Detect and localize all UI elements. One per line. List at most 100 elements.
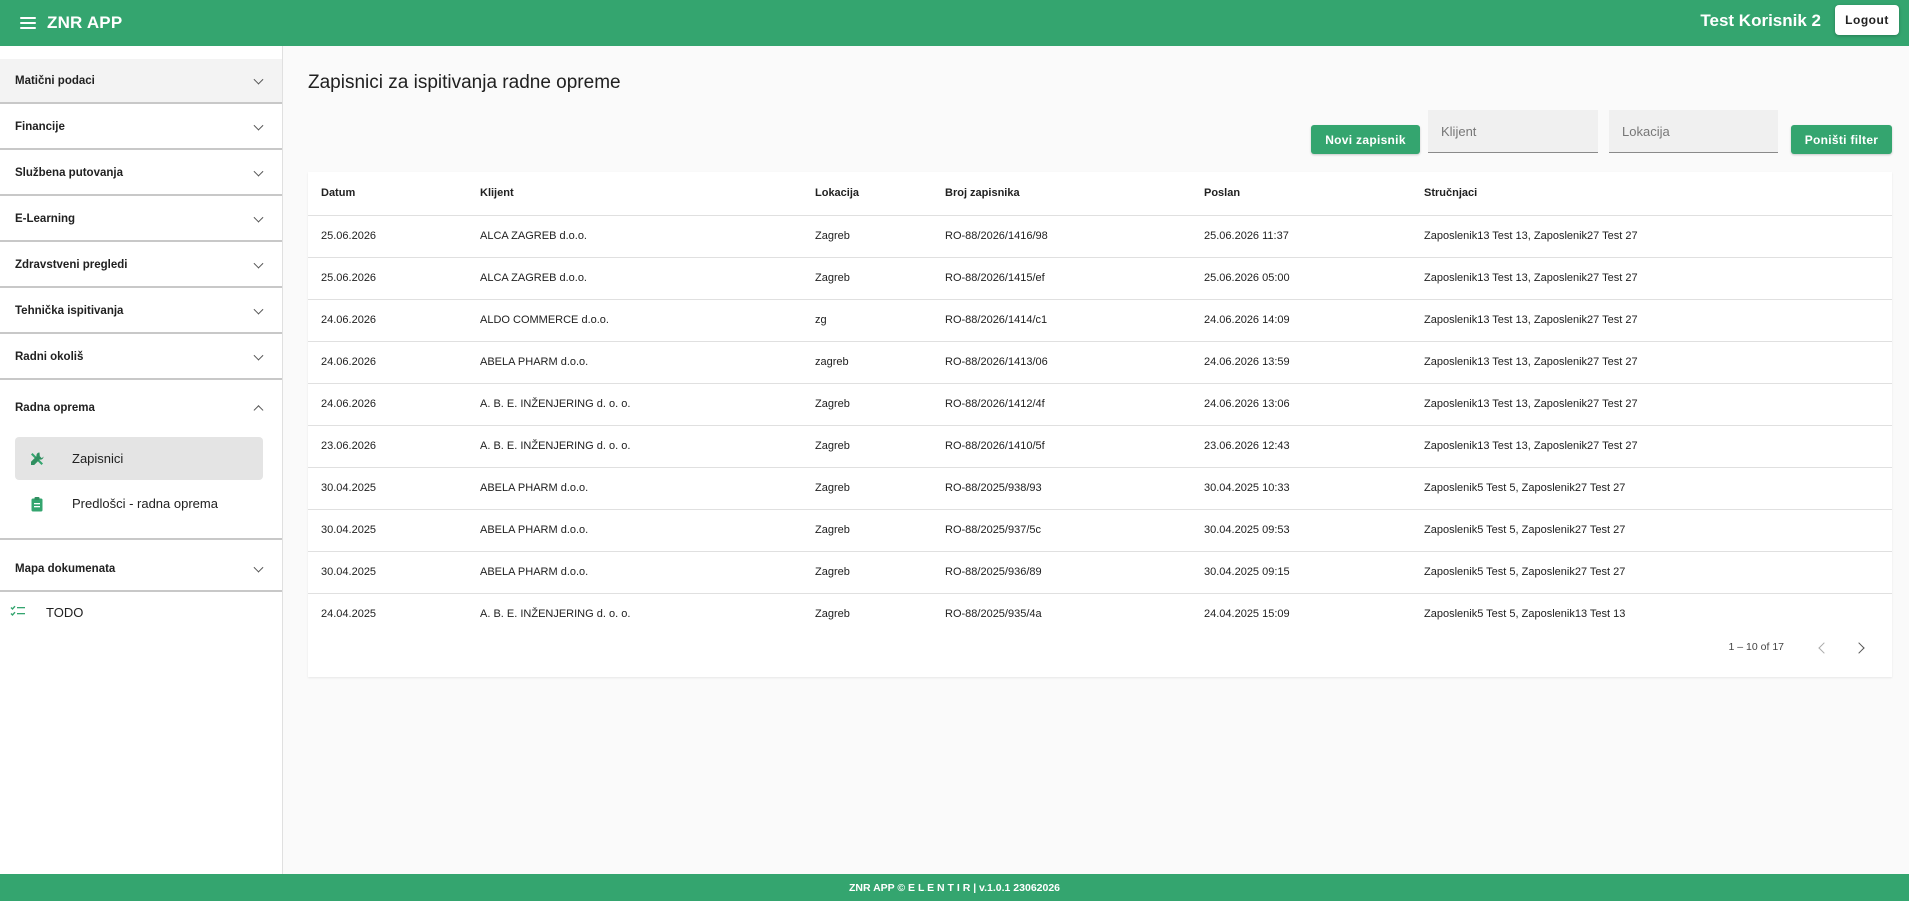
sidebar-section-zdravstveni-pregledi[interactable]: Zdravstveni pregledi: [0, 243, 282, 288]
sidebar-section-label: Službena putovanja: [15, 166, 123, 179]
cell-strucnjaci: Zaposlenik13 Test 13, Zaposlenik27 Test …: [1424, 314, 1638, 326]
reset-filter-button[interactable]: Poništi filter: [1791, 125, 1892, 154]
table-row[interactable]: 25.06.2026 ALCA ZAGREB d.o.o. Zagreb RO-…: [308, 216, 1892, 258]
cell-poslan: 30.04.2025 09:15: [1204, 566, 1290, 578]
sidebar-item-predlosci-radna-oprema[interactable]: Predlošci - radna oprema: [15, 482, 263, 525]
cell-poslan: 24.06.2026 14:09: [1204, 314, 1290, 326]
page-title: Zapisnici za ispitivanja radne opreme: [308, 72, 621, 93]
column-header-datum[interactable]: Datum: [321, 187, 355, 199]
table-row[interactable]: 30.04.2025 ABELA PHARM d.o.o. Zagreb RO-…: [308, 510, 1892, 552]
sidebar-section-maticni-podaci[interactable]: Matični podaci: [0, 59, 282, 104]
chevron-down-icon: [253, 212, 264, 223]
cell-klijent: ABELA PHARM d.o.o.: [480, 524, 589, 536]
cell-poslan: 30.04.2025 09:53: [1204, 524, 1290, 536]
cell-datum: 30.04.2025: [321, 482, 377, 494]
cell-broj-zapisnika: RO-88/2026/1412/4f: [945, 398, 1045, 410]
cell-lokacija: zg: [815, 314, 827, 326]
table-row[interactable]: 24.06.2026 A. B. E. INŽENJERING d. o. o.…: [308, 384, 1892, 426]
sidebar-section-mapa-dokumenata[interactable]: Mapa dokumenata: [0, 547, 282, 592]
checklist-icon: [10, 605, 26, 619]
chevron-right-icon[interactable]: [1852, 639, 1870, 657]
column-header-strucnjaci[interactable]: Stručnjaci: [1424, 187, 1477, 199]
sidebar-item-label: Zapisnici: [72, 451, 124, 466]
cell-datum: 25.06.2026: [321, 272, 377, 284]
menu-icon[interactable]: [20, 17, 36, 29]
cell-datum: 24.06.2026: [321, 398, 377, 410]
table-header-row: Datum Klijent Lokacija Broj zapisnika Po…: [308, 172, 1892, 216]
top-app-bar: ZNR APP Test Korisnik 2 Logout: [0, 0, 1909, 46]
cell-broj-zapisnika: RO-88/2025/936/89: [945, 566, 1042, 578]
cell-poslan: 24.06.2026 13:06: [1204, 398, 1290, 410]
cell-strucnjaci: Zaposlenik13 Test 13, Zaposlenik27 Test …: [1424, 440, 1638, 452]
location-filter-input[interactable]: [1609, 110, 1778, 153]
chevron-down-icon: [253, 74, 264, 85]
table-row[interactable]: 25.06.2026 ALCA ZAGREB d.o.o. Zagreb RO-…: [308, 258, 1892, 300]
cell-lokacija: Zagreb: [815, 566, 850, 578]
todo-label: TODO: [46, 604, 84, 620]
app-title: ZNR APP: [47, 13, 123, 32]
cell-lokacija: zagreb: [815, 356, 849, 368]
cell-lokacija: Zagreb: [815, 398, 850, 410]
chevron-down-icon: [253, 258, 264, 269]
cell-poslan: 25.06.2026 11:37: [1204, 230, 1289, 242]
user-name: Test Korisnik 2: [1700, 11, 1821, 30]
sidebar-section-label: Tehnička ispitivanja: [15, 304, 124, 317]
column-header-broj-zapisnika[interactable]: Broj zapisnika: [945, 187, 1020, 199]
table-row[interactable]: 30.04.2025 ABELA PHARM d.o.o. Zagreb RO-…: [308, 468, 1892, 510]
sidebar-section-sluzbena-putovanja[interactable]: Službena putovanja: [0, 151, 282, 196]
cell-klijent: ABELA PHARM d.o.o.: [480, 356, 589, 368]
sidebar-section-label: E-Learning: [15, 212, 76, 225]
cell-strucnjaci: Zaposlenik5 Test 5, Zaposlenik27 Test 27: [1424, 524, 1626, 536]
cell-broj-zapisnika: RO-88/2025/937/5c: [945, 524, 1042, 536]
sidebar-section-label: Radni okoliš: [15, 350, 84, 363]
new-record-button[interactable]: Novi zapisnik: [1311, 125, 1420, 154]
sidebar-item-todo[interactable]: TODO: [0, 594, 282, 630]
client-filter-input[interactable]: [1428, 110, 1598, 153]
sidebar-section-label: Radna oprema: [15, 402, 95, 414]
sidebar-section-radna-oprema[interactable]: Radna oprema: [0, 389, 282, 427]
cell-datum: 30.04.2025: [321, 524, 377, 536]
logout-button[interactable]: Logout: [1835, 5, 1899, 35]
chevron-left-icon[interactable]: [1813, 639, 1831, 657]
table-row[interactable]: 23.06.2026 A. B. E. INŽENJERING d. o. o.…: [308, 426, 1892, 468]
table-row[interactable]: 24.06.2026 ALDO COMMERCE d.o.o. zg RO-88…: [308, 300, 1892, 342]
cell-lokacija: Zagreb: [815, 524, 850, 536]
cell-broj-zapisnika: RO-88/2025/938/93: [945, 482, 1042, 494]
column-header-klijent[interactable]: Klijent: [480, 187, 514, 199]
chevron-down-icon: [253, 304, 264, 315]
cell-strucnjaci: Zaposlenik13 Test 13, Zaposlenik27 Test …: [1424, 230, 1638, 242]
table-row[interactable]: 30.04.2025 ABELA PHARM d.o.o. Zagreb RO-…: [308, 552, 1892, 594]
sidebar-section-radni-okolis[interactable]: Radni okoliš: [0, 335, 282, 380]
cell-strucnjaci: Zaposlenik13 Test 13, Zaposlenik27 Test …: [1424, 272, 1638, 284]
cell-broj-zapisnika: RO-88/2026/1414/c1: [945, 314, 1048, 326]
chevron-down-icon: [253, 562, 264, 573]
cell-poslan: 24.06.2026 13:59: [1204, 356, 1290, 368]
sidebar: Matični podaci Financije Službena putova…: [0, 46, 283, 874]
sidebar-item-zapisnici[interactable]: Zapisnici: [15, 437, 263, 480]
sidebar-section-tehnicka-ispitivanja[interactable]: Tehnička ispitivanja: [0, 289, 282, 334]
column-header-lokacija[interactable]: Lokacija: [815, 187, 859, 199]
cell-strucnjaci: Zaposlenik13 Test 13, Zaposlenik27 Test …: [1424, 356, 1638, 368]
sidebar-section-label: Zdravstveni pregledi: [15, 258, 128, 271]
sidebar-item-label: Predlošci - radna oprema: [72, 496, 218, 511]
footer: ZNR APP © E L E N T I R | v.1.0.1 230620…: [0, 874, 1909, 901]
sidebar-section-label: Financije: [15, 120, 65, 133]
cell-datum: 30.04.2025: [321, 566, 377, 578]
sidebar-divider: [0, 538, 282, 540]
cell-klijent: A. B. E. INŽENJERING d. o. o.: [480, 398, 631, 410]
cell-lokacija: Zagreb: [815, 440, 850, 452]
column-header-poslan[interactable]: Poslan: [1204, 187, 1240, 199]
chevron-down-icon: [253, 120, 264, 131]
cell-broj-zapisnika: RO-88/2026/1415/ef: [945, 272, 1045, 284]
sidebar-section-label: Mapa dokumenata: [15, 562, 116, 575]
cell-klijent: ALCA ZAGREB d.o.o.: [480, 272, 587, 284]
cell-strucnjaci: Zaposlenik5 Test 5, Zaposlenik27 Test 27: [1424, 566, 1626, 578]
cell-broj-zapisnika: RO-88/2026/1413/06: [945, 356, 1048, 368]
sidebar-section-e-learning[interactable]: E-Learning: [0, 197, 282, 242]
table-row[interactable]: 24.06.2026 ABELA PHARM d.o.o. zagreb RO-…: [308, 342, 1892, 384]
cell-datum: 24.06.2026: [321, 356, 377, 368]
cell-klijent: A. B. E. INŽENJERING d. o. o.: [480, 440, 631, 452]
cell-datum: 23.06.2026: [321, 440, 377, 452]
sidebar-section-financije[interactable]: Financije: [0, 105, 282, 150]
records-table: Datum Klijent Lokacija Broj zapisnika Po…: [308, 172, 1892, 677]
